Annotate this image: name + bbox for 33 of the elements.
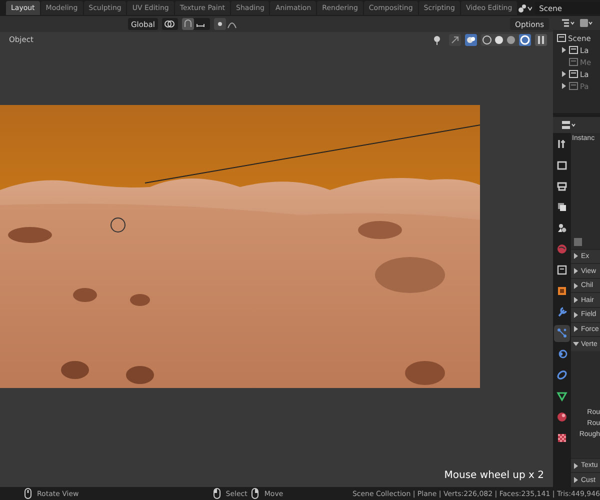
filter-icon[interactable] (579, 18, 593, 28)
disclosure-triangle-icon[interactable] (573, 312, 579, 318)
collection-icon (569, 46, 578, 54)
mouse-icon (251, 488, 260, 499)
disclosure-triangle-icon[interactable] (561, 71, 567, 78)
overlays-icon[interactable] (465, 34, 477, 46)
mouse-icon (212, 488, 221, 499)
gizmo-icon[interactable] (449, 34, 461, 46)
snap-icon[interactable] (182, 18, 210, 30)
link-icon[interactable] (162, 18, 178, 30)
disclosure-triangle-icon[interactable] (573, 297, 579, 304)
disclosure-triangle-icon[interactable] (561, 83, 567, 90)
display-mode-icon[interactable] (561, 18, 575, 28)
disclosure-triangle-icon[interactable] (573, 462, 579, 469)
collection-icon (557, 34, 566, 42)
disclosure-triangle-icon[interactable] (573, 477, 579, 484)
overlay-message: Mouse wheel up x 2 (444, 470, 544, 481)
disclosure-triangle-icon[interactable] (573, 326, 579, 332)
collection-icon (569, 58, 578, 66)
particles-icon[interactable] (554, 324, 570, 342)
disclosure-triangle-icon[interactable] (573, 253, 579, 260)
pause-icon[interactable] (535, 34, 547, 46)
scene-icon[interactable] (518, 4, 532, 12)
swatch[interactable] (574, 238, 582, 246)
shading-modes-icon[interactable] (481, 34, 531, 46)
disclosure-triangle-icon[interactable] (573, 282, 579, 289)
disclosure-triangle-icon[interactable] (573, 341, 579, 348)
mouse-icon (24, 488, 32, 499)
editor-type-icon[interactable] (562, 120, 576, 130)
disclosure-triangle-icon[interactable] (573, 268, 579, 274)
collection-icon (569, 82, 578, 90)
collection-icon (569, 70, 578, 78)
disclosure-triangle-icon[interactable] (561, 47, 567, 54)
